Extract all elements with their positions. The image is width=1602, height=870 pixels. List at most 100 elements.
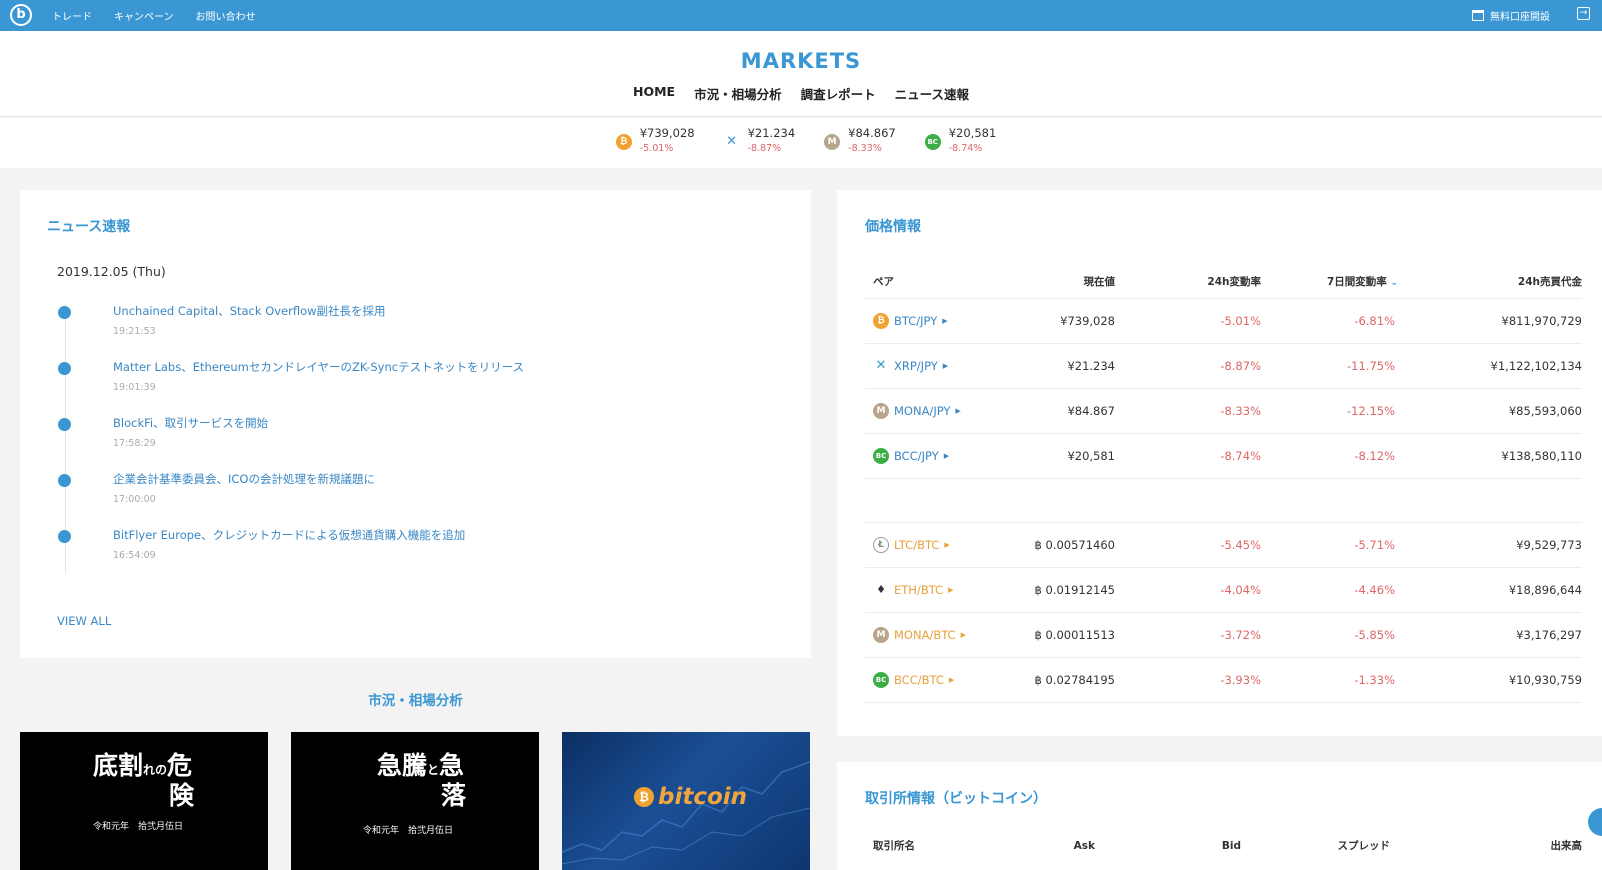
cell-change-7d: -5.71% [1261, 522, 1408, 568]
logout-icon[interactable]: → [1577, 7, 1590, 20]
news-time: 17:00:00 [113, 494, 156, 505]
ticker-price: ¥20,581 [948, 126, 997, 140]
xrp-icon: ✕ [875, 357, 887, 373]
open-account-link[interactable]: 無料口座開設 [1472, 8, 1550, 23]
pair-link[interactable]: Ł LTC/BTC ▶ [873, 537, 950, 553]
cell-volume: ¥3,176,297 [1408, 612, 1582, 658]
caret-right-icon: ▶ [943, 452, 950, 460]
main-nav-analysis[interactable]: 市況・相場分析 [694, 84, 782, 103]
cell-volume: ¥9,529,773 [1408, 522, 1582, 568]
col-price[interactable]: 現在値 [975, 266, 1115, 299]
ticker-item[interactable]: ₿ ¥739,028 -5.01% [606, 126, 695, 168]
view-all-link[interactable]: VIEW ALL [57, 614, 111, 628]
pair-label: BTC/JPY [894, 314, 938, 328]
bank-icon [1472, 10, 1484, 21]
pair-link[interactable]: M MONA/BTC ▶ [873, 627, 966, 643]
mona-icon: M [824, 134, 841, 150]
top-nav: トレード キャンペーン お問い合わせ [52, 8, 256, 23]
caret-right-icon: ▶ [948, 585, 954, 594]
cell-volume: ¥18,896,644 [1408, 567, 1582, 613]
brand-title[interactable]: MARKETS [0, 49, 1602, 73]
chevron-down-icon: ⌄ [1390, 278, 1398, 289]
news-link[interactable]: Matter Labs、EthereumセカンドレイヤーのZK-Syncテストネ… [113, 359, 524, 375]
caret-right-icon: ▶ [955, 407, 961, 415]
pair-link[interactable]: BC BCC/JPY ▶ [873, 448, 949, 464]
table-row[interactable]: ♦ ETH/BTC ▶ ฿ 0.01912145 -4.04% -4.46% ¥18… [865, 567, 1582, 613]
ticker-price: ¥21.234 [747, 126, 796, 140]
table-row[interactable]: Ł LTC/BTC ▶ ฿ 0.00571460 -5.45% -5.71% ¥9,… [865, 522, 1582, 568]
top-nav-contact[interactable]: お問い合わせ [196, 8, 256, 23]
table-row[interactable]: M MONA/JPY ▶ ¥84.867 -8.33% -12.15% ¥85,59… [865, 388, 1582, 434]
main-nav-news[interactable]: ニュース速報 [895, 84, 969, 103]
analysis-card[interactable]: 急騰と急 落 令和元年 拾弐月伍日 [291, 732, 539, 870]
pair-label: XRP/JPY [894, 358, 938, 373]
cell-change-7d: -11.75% [1261, 343, 1408, 389]
cell-volume: ¥138,580,110 [1408, 433, 1582, 479]
news-link[interactable]: BitFlyer Europe、クレジットカードによる仮想通貨購入機能を追加 [113, 527, 465, 543]
cell-price: ¥739,028 [975, 298, 1115, 344]
bcc-icon: BC [924, 134, 941, 150]
col-change-24h[interactable]: 24h変動率 [1115, 266, 1261, 299]
col-change-7d[interactable]: 7日間変動率 ⌄ [1261, 266, 1408, 299]
pair-link[interactable]: ₿ BTC/JPY ▶ [873, 313, 948, 329]
cell-price: ฿ 0.00571460 [975, 522, 1115, 568]
cell-change-24h: -8.74% [1115, 433, 1261, 479]
pair-link[interactable]: BC BCC/BTC ▶ [873, 672, 954, 688]
main-nav-home[interactable]: HOME [633, 84, 675, 103]
exchange-table: 取引所名 Ask Bid スプレッド 出来高 [865, 838, 1582, 853]
col-ask: Ask [1073, 839, 1095, 852]
pair-link[interactable]: ✕ XRP/JPY ▶ [873, 357, 949, 374]
cell-volume: ¥10,930,759 [1408, 657, 1582, 703]
table-row[interactable]: BC BCC/BTC ▶ ฿ 0.02784195 -3.93% -1.33% ¥1… [865, 657, 1582, 703]
ticker-change: -5.01% [639, 143, 674, 154]
cell-change-24h: -3.93% [1115, 657, 1261, 703]
mona-icon: M [873, 627, 889, 643]
news-time: 19:21:53 [113, 326, 156, 337]
bcc-icon: BC [873, 448, 889, 464]
timeline-dot [58, 362, 71, 375]
top-nav-trade[interactable]: トレード [52, 8, 92, 23]
ticker-item[interactable]: BC ¥20,581 -8.74% [915, 126, 997, 168]
cell-change-7d: -12.15% [1261, 388, 1408, 434]
ticker-change: -8.74% [948, 143, 983, 154]
news-link[interactable]: Unchained Capital、Stack Overflow副社長を採用 [113, 303, 386, 319]
pair-link[interactable]: M MONA/JPY ▶ [873, 403, 961, 419]
pair-label: BCC/BTC [894, 673, 944, 687]
table-row[interactable]: M MONA/BTC ▶ ฿ 0.00011513 -3.72% -5.85% ¥3… [865, 612, 1582, 658]
analysis-card[interactable]: ₿ bitcoin [562, 732, 810, 870]
timeline-dot [58, 418, 71, 431]
table-row[interactable]: ₿ BTC/JPY ▶ ¥739,028 -5.01% -6.81% ¥811,97… [865, 298, 1582, 344]
table-header-row: ペア 現在値 24h変動率 7日間変動率 ⌄ 24h売買代金 [865, 266, 1582, 299]
cell-price: ¥20,581 [975, 433, 1115, 479]
caret-right-icon: ▶ [960, 631, 966, 639]
news-title: ニュース速報 [47, 219, 131, 235]
table-row[interactable]: ✕ XRP/JPY ▶ ¥21.234 -8.87% -11.75% ¥1,122,… [865, 343, 1582, 389]
caret-right-icon: ▶ [944, 541, 950, 549]
news-link[interactable]: 企業会計基準委員会、ICOの会計処理を新規議題に [113, 471, 375, 487]
news-time: 16:54:09 [113, 550, 156, 561]
card-title-line2: 険 [169, 781, 195, 810]
xrp-icon: ✕ [726, 134, 738, 149]
card-date: 令和元年 拾弐月伍日 [93, 822, 184, 832]
news-panel: ニュース速報 2019.12.05 (Thu) Unchained Capita… [20, 190, 811, 658]
cell-change-7d: -6.81% [1261, 298, 1408, 344]
card-title: 急騰と急 [377, 751, 465, 780]
pair-link[interactable]: ♦ ETH/BTC ▶ [873, 582, 953, 598]
table-spacer-row [865, 478, 1582, 523]
table-row[interactable]: BC BCC/JPY ▶ ¥20,581 -8.74% -8.12% ¥138,58… [865, 433, 1582, 479]
news-link[interactable]: BlockFi、取引サービスを開始 [113, 415, 268, 431]
ticker-item[interactable]: M ¥84.867 -8.33% [814, 126, 896, 168]
analysis-card[interactable]: 底割れの危 険 令和元年 拾弐月伍日 [20, 732, 268, 870]
bitbank-logo-icon[interactable]: b [10, 4, 32, 26]
col-pair[interactable]: ペア [865, 266, 975, 299]
col-spread: スプレッド [1337, 840, 1391, 852]
price-ticker: ₿ ¥739,028 -5.01% ✕ ¥21.234 -8.87% M ¥84.8… [0, 118, 1602, 168]
ticker-price: ¥84.867 [848, 126, 896, 140]
cell-volume: ¥85,593,060 [1408, 388, 1582, 434]
btc-icon: ₿ [634, 787, 654, 807]
main-nav: HOME 市況・相場分析 調査レポート ニュース速報 [0, 84, 1602, 103]
main-nav-reports[interactable]: 調査レポート [801, 84, 876, 103]
ticker-item[interactable]: ✕ ¥21.234 -8.87% [714, 126, 796, 168]
top-nav-campaign[interactable]: キャンペーン [114, 8, 174, 23]
col-volume-24h[interactable]: 24h売買代金 [1408, 266, 1582, 299]
